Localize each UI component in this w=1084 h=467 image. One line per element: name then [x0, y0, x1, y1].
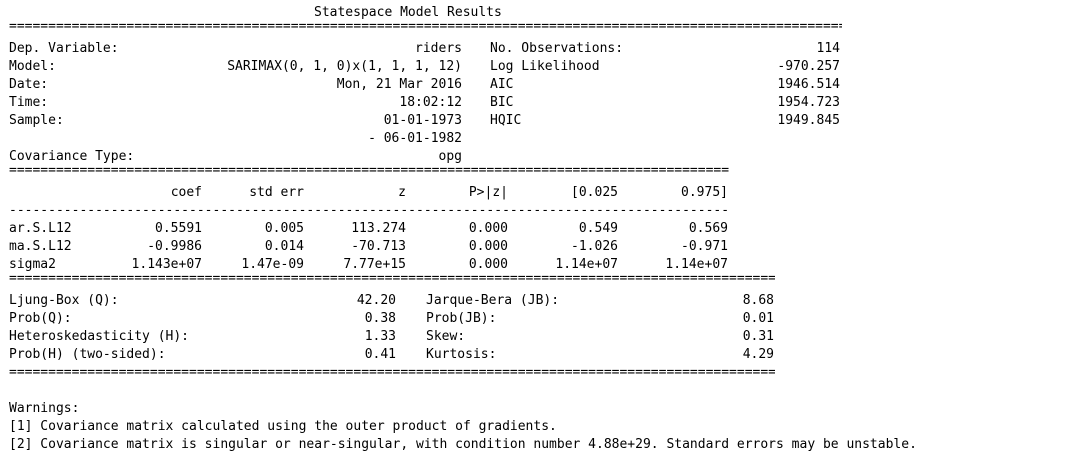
- row-p: 0.000: [468, 221, 508, 236]
- ljung-box-value: 42.20: [356, 293, 396, 308]
- hqic-value: 1949.845: [777, 113, 840, 128]
- row-coef: 0.5591: [155, 221, 202, 236]
- dep-variable-label: Dep. Variable:: [9, 41, 119, 56]
- bic-value: 1954.723: [777, 95, 840, 110]
- prob-h-value: 0.41: [364, 347, 396, 362]
- kurtosis-value: 4.29: [742, 347, 774, 362]
- llf-label: Log Likelihood: [490, 59, 600, 74]
- row-std-err: 0.014: [264, 239, 304, 254]
- time-value: 18:02:12: [399, 95, 462, 110]
- skew-value: 0.31: [742, 329, 774, 344]
- warning-item: [2] Covariance matrix is singular or nea…: [9, 437, 917, 452]
- jarque-bera-value: 8.68: [742, 293, 774, 308]
- warnings-heading: Warnings:: [9, 401, 80, 416]
- sample-label: Sample:: [9, 113, 64, 128]
- col-header-p: P>|z|: [468, 185, 508, 200]
- double-rule: ========================================…: [9, 365, 775, 380]
- model-value: SARIMAX(0, 1, 0)x(1, 1, 1, 12): [227, 59, 462, 74]
- prob-jb-value: 0.01: [742, 311, 774, 326]
- col-header-z: z: [398, 185, 406, 200]
- prob-jb-label: Prob(JB):: [426, 311, 497, 326]
- model-label: Model:: [9, 59, 56, 74]
- dep-variable-value: riders: [415, 41, 462, 56]
- col-header-ci-high: 0.975]: [681, 185, 728, 200]
- ljung-box-label: Ljung-Box (Q):: [9, 293, 119, 308]
- col-header-ci-low: [0.025: [571, 185, 618, 200]
- skew-label: Skew:: [426, 329, 466, 344]
- sample-start-value: 01-01-1973: [383, 113, 462, 128]
- aic-label: AIC: [490, 77, 514, 92]
- date-label: Date:: [9, 77, 49, 92]
- row-p: 0.000: [468, 239, 508, 254]
- time-label: Time:: [9, 95, 49, 110]
- row-ci-low: -1.026: [571, 239, 618, 254]
- row-ci-high: -0.971: [681, 239, 728, 254]
- kurtosis-label: Kurtosis:: [426, 347, 497, 362]
- double-rule: ========================================…: [9, 163, 729, 178]
- jarque-bera-label: Jarque-Bera (JB):: [426, 293, 560, 308]
- row-name: ar.S.L12: [9, 221, 72, 236]
- single-rule: ----------------------------------------…: [9, 203, 729, 218]
- warning-item: [1] Covariance matrix calculated using t…: [9, 419, 557, 434]
- hqic-label: HQIC: [490, 113, 522, 128]
- col-header-coef: coef: [170, 185, 202, 200]
- bic-label: BIC: [490, 95, 514, 110]
- row-std-err: 0.005: [264, 221, 304, 236]
- row-z: -70.713: [351, 239, 406, 254]
- heteroskedasticity-label: Heteroskedasticity (H):: [9, 329, 190, 344]
- col-header-std-err: std err: [249, 185, 304, 200]
- heteroskedasticity-value: 1.33: [364, 329, 396, 344]
- sample-end-value: - 06-01-1982: [368, 131, 462, 146]
- prob-q-label: Prob(Q):: [9, 311, 72, 326]
- double-rule: ========================================…: [9, 271, 775, 286]
- nobs-value: 114: [816, 41, 840, 56]
- date-value: Mon, 21 Mar 2016: [336, 77, 462, 92]
- row-ci-high: 0.569: [688, 221, 728, 236]
- prob-q-value: 0.38: [364, 311, 396, 326]
- row-coef: -0.9986: [147, 239, 202, 254]
- row-ci-low: 0.549: [578, 221, 618, 236]
- aic-value: 1946.514: [777, 77, 840, 92]
- row-z: 113.274: [351, 221, 406, 236]
- row-name: ma.S.L12: [9, 239, 72, 254]
- nobs-label: No. Observations:: [490, 41, 624, 56]
- llf-value: -970.257: [777, 59, 840, 74]
- prob-h-label: Prob(H) (two-sided):: [9, 347, 166, 362]
- double-rule: ========================================…: [9, 19, 842, 34]
